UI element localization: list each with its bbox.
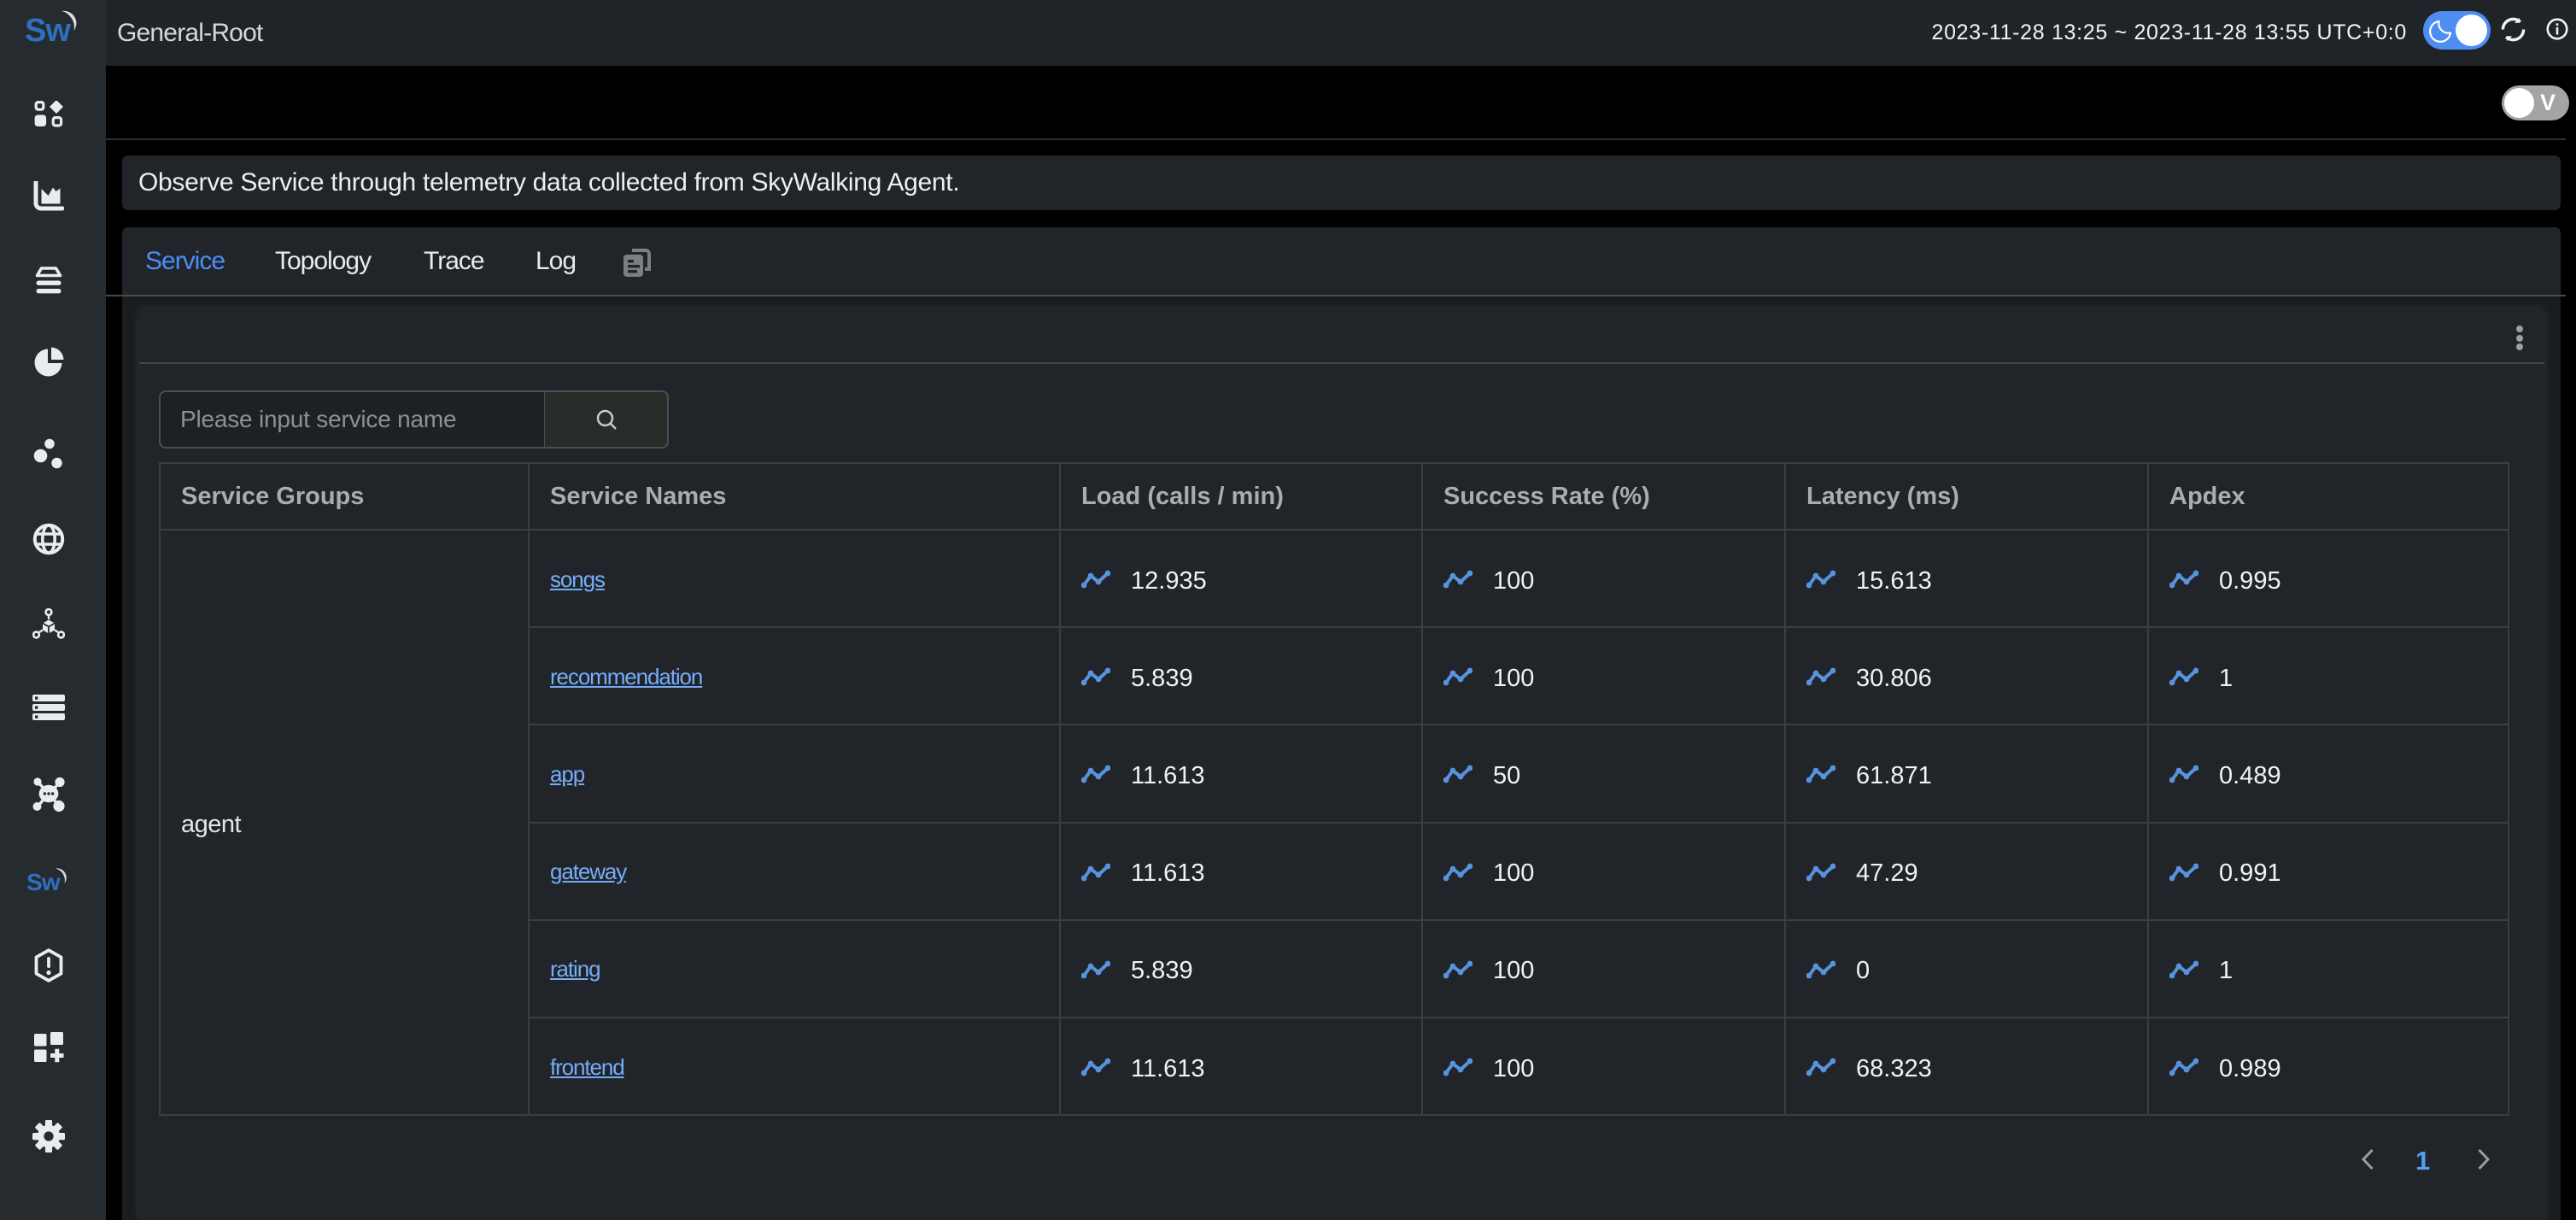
svg-text:Sw: Sw xyxy=(26,869,61,895)
svg-text:Sw: Sw xyxy=(25,13,71,49)
